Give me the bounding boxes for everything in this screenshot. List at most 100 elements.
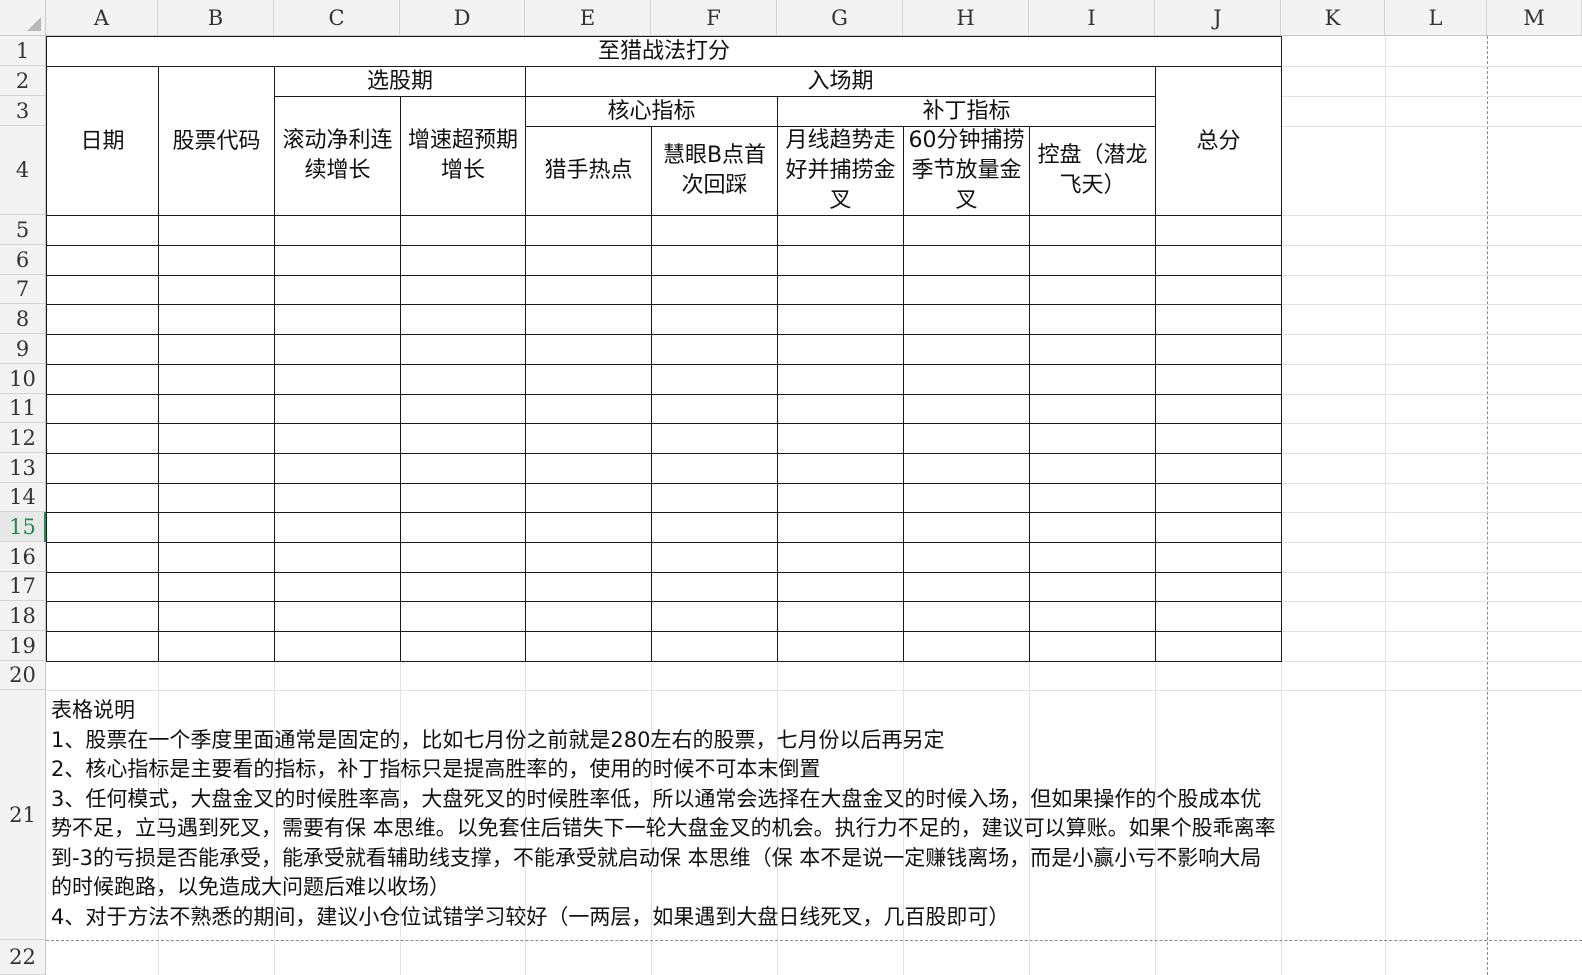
score-cell[interactable] xyxy=(46,512,159,543)
score-cell[interactable] xyxy=(1155,601,1282,632)
score-cell[interactable] xyxy=(525,483,652,513)
score-cell[interactable] xyxy=(274,631,401,662)
row-header-9[interactable]: 9 xyxy=(0,334,46,364)
score-cell[interactable] xyxy=(1029,572,1156,602)
row-header-13[interactable]: 13 xyxy=(0,453,46,483)
score-cell[interactable] xyxy=(158,304,275,335)
row-header-12[interactable]: 12 xyxy=(0,423,46,453)
score-cell[interactable] xyxy=(651,572,778,602)
column-header-m[interactable]: M xyxy=(1487,0,1582,36)
score-cell[interactable] xyxy=(525,245,652,276)
spreadsheet-grid[interactable]: ABCDEFGHIJKLM 1 2 3 4 5 6 7 8 9 10 11 12 13 14 15 16 17 1… xyxy=(0,0,1582,975)
score-cell[interactable] xyxy=(400,394,526,424)
score-cell[interactable] xyxy=(1029,631,1156,662)
score-cell[interactable] xyxy=(158,423,275,454)
column-header-g[interactable]: G xyxy=(777,0,903,36)
row-header-6[interactable]: 6 xyxy=(0,245,46,275)
criterion-eye-b-point[interactable]: 慧眼B点首次回踩 xyxy=(651,126,778,216)
score-cell[interactable] xyxy=(651,275,778,305)
score-cell[interactable] xyxy=(777,394,904,424)
score-cell[interactable] xyxy=(158,572,275,602)
score-cell[interactable] xyxy=(158,394,275,424)
score-cell[interactable] xyxy=(158,215,275,246)
score-cell[interactable] xyxy=(400,215,526,246)
entry-period-header[interactable]: 入场期 xyxy=(525,66,1156,97)
score-cell[interactable] xyxy=(274,423,401,454)
score-cell[interactable] xyxy=(651,304,778,335)
score-cell[interactable] xyxy=(903,453,1030,484)
score-cell[interactable] xyxy=(903,512,1030,543)
score-cell[interactable] xyxy=(1155,572,1282,602)
score-cell[interactable] xyxy=(274,572,401,602)
score-cell[interactable] xyxy=(525,304,652,335)
score-cell[interactable] xyxy=(651,512,778,543)
score-cell[interactable] xyxy=(158,275,275,305)
score-cell[interactable] xyxy=(525,423,652,454)
score-cell[interactable] xyxy=(400,483,526,513)
score-cell[interactable] xyxy=(1155,245,1282,276)
score-cell[interactable] xyxy=(46,631,159,662)
score-cell[interactable] xyxy=(1029,483,1156,513)
score-cell[interactable] xyxy=(903,394,1030,424)
score-cell[interactable] xyxy=(1155,334,1282,365)
score-cell[interactable] xyxy=(158,631,275,662)
selection-period-header[interactable]: 选股期 xyxy=(274,66,526,97)
score-cell[interactable] xyxy=(777,275,904,305)
score-cell[interactable] xyxy=(525,453,652,484)
core-indicators-header[interactable]: 核心指标 xyxy=(525,96,778,127)
score-cell[interactable] xyxy=(777,453,904,484)
score-cell[interactable] xyxy=(46,304,159,335)
score-cell[interactable] xyxy=(651,542,778,573)
row-header-16[interactable]: 16 xyxy=(0,542,46,572)
score-cell[interactable] xyxy=(400,453,526,484)
column-header-b[interactable]: B xyxy=(158,0,274,36)
score-cell[interactable] xyxy=(274,364,401,395)
score-cell[interactable] xyxy=(903,304,1030,335)
score-cell[interactable] xyxy=(400,572,526,602)
column-header-c[interactable]: C xyxy=(274,0,400,36)
criterion-60min-volume[interactable]: 60分钟捕捞季节放量金叉 xyxy=(903,126,1030,216)
score-cell[interactable] xyxy=(1029,423,1156,454)
score-cell[interactable] xyxy=(525,572,652,602)
score-cell[interactable] xyxy=(1029,542,1156,573)
score-cell[interactable] xyxy=(1155,215,1282,246)
score-cell[interactable] xyxy=(903,542,1030,573)
score-cell[interactable] xyxy=(400,512,526,543)
score-cell[interactable] xyxy=(158,542,275,573)
criterion-hunter-hotspot[interactable]: 猎手热点 xyxy=(525,126,652,216)
score-cell[interactable] xyxy=(903,334,1030,365)
score-cell[interactable] xyxy=(1155,423,1282,454)
row-header-18[interactable]: 18 xyxy=(0,601,46,631)
score-cell[interactable] xyxy=(651,245,778,276)
row-header-3[interactable]: 3 xyxy=(0,96,46,126)
score-cell[interactable] xyxy=(46,483,159,513)
score-cell[interactable] xyxy=(903,245,1030,276)
score-cell[interactable] xyxy=(651,423,778,454)
score-cell[interactable] xyxy=(1029,512,1156,543)
score-cell[interactable] xyxy=(46,245,159,276)
column-header-j[interactable]: J xyxy=(1155,0,1281,36)
score-cell[interactable] xyxy=(1155,275,1282,305)
score-cell[interactable] xyxy=(903,215,1030,246)
score-cell[interactable] xyxy=(1155,542,1282,573)
row-header-2[interactable]: 2 xyxy=(0,66,46,96)
score-cell[interactable] xyxy=(46,423,159,454)
column-header-f[interactable]: F xyxy=(651,0,777,36)
score-cell[interactable] xyxy=(46,364,159,395)
score-cell[interactable] xyxy=(158,453,275,484)
score-cell[interactable] xyxy=(777,364,904,395)
score-cell[interactable] xyxy=(400,304,526,335)
score-cell[interactable] xyxy=(274,245,401,276)
row-header-22[interactable]: 22 xyxy=(0,940,46,975)
score-cell[interactable] xyxy=(274,394,401,424)
score-cell[interactable] xyxy=(1029,275,1156,305)
score-cell[interactable] xyxy=(903,572,1030,602)
score-cell[interactable] xyxy=(1029,334,1156,365)
score-cell[interactable] xyxy=(525,215,652,246)
score-cell[interactable] xyxy=(46,215,159,246)
score-cell[interactable] xyxy=(46,601,159,632)
score-cell[interactable] xyxy=(1155,394,1282,424)
score-cell[interactable] xyxy=(274,304,401,335)
score-cell[interactable] xyxy=(400,423,526,454)
score-cell[interactable] xyxy=(1029,304,1156,335)
